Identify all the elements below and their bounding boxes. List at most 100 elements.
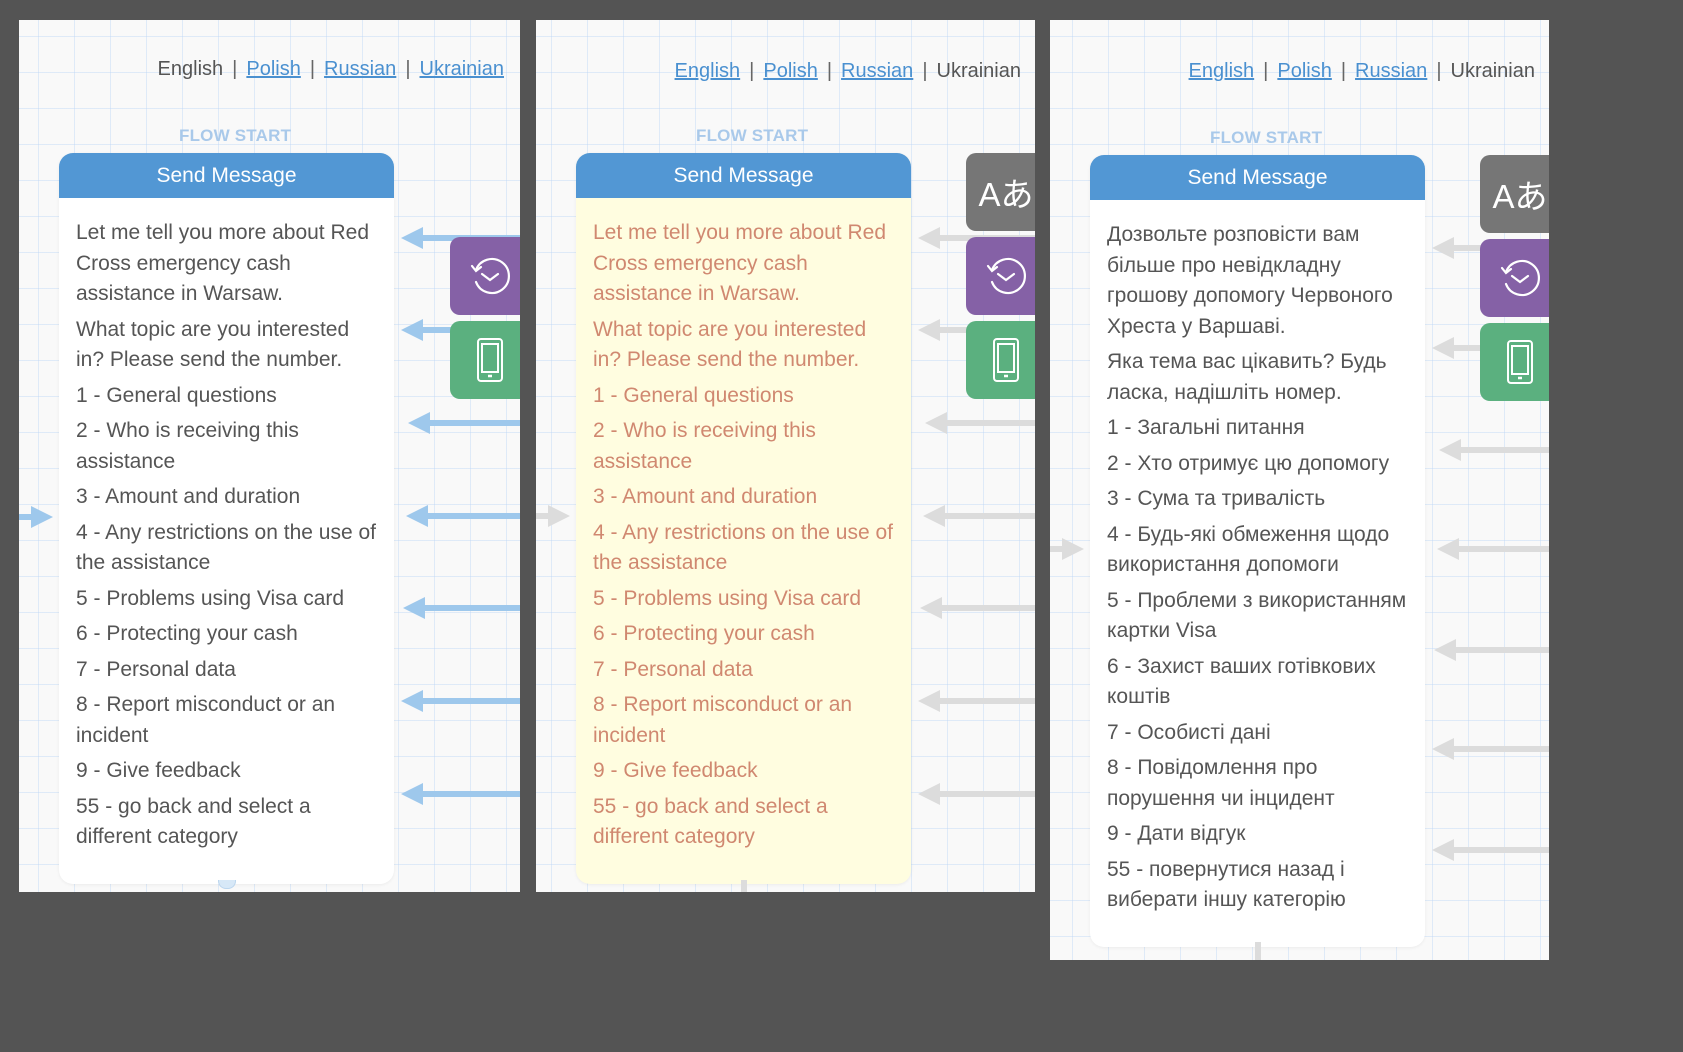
channel-phone-button[interactable] — [966, 321, 1035, 399]
mobile-phone-icon — [1507, 340, 1533, 384]
message-paragraph: What topic are you interested in? Please… — [593, 317, 867, 372]
connection-arrow — [403, 597, 520, 619]
exit-connector[interactable] — [218, 880, 236, 889]
mobile-phone-icon — [477, 338, 503, 382]
separator: | — [309, 58, 316, 80]
message-text: Let me tell you more about Red Cross eme… — [59, 198, 394, 884]
connection-arrow — [408, 412, 520, 434]
message-paragraph: Let me tell you more about Red Cross eme… — [76, 221, 369, 305]
language-switcher: English | Polish | Russian | Ukrainian — [1189, 60, 1535, 83]
lang-polish[interactable]: Polish — [246, 58, 300, 80]
menu-option-3: 3 - Amount and duration — [76, 485, 301, 508]
separator: | — [232, 58, 238, 80]
separator: | — [826, 60, 833, 82]
menu-option-9: 9 - Дати відгук — [1107, 822, 1246, 845]
lang-ukrainian[interactable]: Ukrainian — [420, 58, 504, 80]
menu-option-3: 3 - Amount and duration — [593, 485, 818, 508]
menu-option-2: 2 - Who is receiving this assistance — [76, 419, 299, 473]
lang-english[interactable]: English — [1189, 60, 1255, 82]
incoming-arrow — [536, 505, 570, 527]
incoming-arrow — [19, 506, 53, 528]
translate-icon: Aあ — [978, 176, 1034, 213]
lang-russian[interactable]: Russian — [841, 60, 913, 82]
separator: | — [1436, 60, 1442, 82]
language-switcher: English | Polish | Russian | Ukrainian — [675, 60, 1021, 83]
node-title: Send Message — [59, 153, 394, 198]
lang-ukrainian[interactable]: Ukrainian — [1451, 60, 1535, 82]
send-message-node[interactable]: Send Message Дозвольте розповісти вам бі… — [1090, 155, 1425, 947]
connection-arrow — [401, 783, 520, 805]
lang-russian[interactable]: Russian — [1355, 60, 1427, 82]
flow-start-label: FLOW START — [1210, 128, 1323, 147]
connection-arrow — [1437, 538, 1549, 560]
separator: | — [922, 60, 928, 82]
flow-canvas-ukrainian-translated: English | Polish | Russian | Ukrainian FLOW ST… — [1050, 20, 1549, 960]
lang-polish[interactable]: Polish — [1277, 60, 1331, 82]
menu-option-5: 5 - Problems using Visa card — [76, 586, 345, 610]
menu-option-4: 4 - Any restrictions on the use of the a… — [593, 520, 893, 575]
message-paragraph: Яка тема вас цікавить? Будь ласка, надіш… — [1107, 350, 1387, 404]
menu-option-9: 9 - Give feedback — [76, 759, 241, 782]
menu-option-8: 8 - Report misconduct or an incident — [593, 693, 853, 747]
send-message-node[interactable]: Send Message Let me tell you more about … — [59, 153, 394, 884]
connection-arrow — [401, 690, 520, 712]
menu-option-55: 55 - go back and select a different cate… — [593, 794, 828, 849]
menu-option-1: 1 - General questions — [593, 383, 794, 407]
menu-option-55: 55 - повернутися назад і виберати іншу к… — [1107, 857, 1346, 912]
message-text-untranslated: Let me tell you more about Red Cross eme… — [576, 198, 911, 884]
translate-button[interactable]: Aあ — [966, 153, 1035, 231]
menu-option-4: 4 - Будь-які обмеження щодо використання… — [1107, 522, 1390, 577]
flow-start-label: FLOW START — [696, 126, 809, 145]
lang-english[interactable]: English — [158, 58, 224, 80]
node-title: Send Message — [576, 153, 911, 198]
translate-button[interactable]: Aあ — [1480, 155, 1549, 233]
separator: | — [405, 58, 411, 80]
language-switcher: English | Polish | Russian | Ukrainian — [158, 58, 504, 81]
wait-for-response-button[interactable] — [966, 237, 1035, 315]
menu-option-1: 1 - Загальні питання — [1107, 416, 1305, 439]
exit-connector[interactable] — [741, 880, 747, 892]
menu-option-2: 2 - Хто отримує цю допомогу — [1107, 451, 1390, 475]
channel-phone-button[interactable] — [450, 321, 520, 399]
translate-icon: Aあ — [1492, 178, 1548, 215]
wait-for-response-button[interactable] — [450, 237, 520, 315]
wait-for-response-button[interactable] — [1480, 239, 1549, 317]
menu-option-7: 7 - Особисті дані — [1107, 720, 1271, 744]
connection-arrow — [1439, 439, 1549, 461]
node-title: Send Message — [1090, 155, 1425, 200]
lang-polish[interactable]: Polish — [763, 60, 817, 82]
incoming-arrow — [1050, 538, 1084, 560]
message-text: Дозвольте розповісти вам більше про неві… — [1090, 200, 1425, 947]
exit-connector[interactable] — [1255, 942, 1261, 960]
connection-arrow — [1432, 738, 1549, 760]
connection-arrow — [918, 690, 1035, 712]
connection-arrow — [1432, 839, 1549, 861]
history-clock-icon — [470, 257, 511, 295]
connection-arrow — [920, 597, 1035, 619]
channel-phone-button[interactable] — [1480, 323, 1549, 401]
connection-arrow — [918, 783, 1035, 805]
connection-arrow — [1434, 639, 1549, 661]
menu-option-4: 4 - Any restrictions on the use of the a… — [76, 520, 376, 575]
flow-canvas-english: English | Polish | Russian | Ukrainian FLOW ST… — [19, 20, 520, 892]
connection-arrow — [406, 505, 520, 527]
connection-arrow — [925, 412, 1035, 434]
message-paragraph: What topic are you interested in? Please… — [76, 317, 350, 372]
menu-option-3: 3 - Сума та тривалість — [1107, 487, 1326, 510]
menu-option-5: 5 - Problems using Visa card — [593, 586, 862, 610]
menu-option-55: 55 - go back and select a different cate… — [76, 794, 311, 849]
history-clock-icon — [1500, 259, 1541, 297]
lang-ukrainian[interactable]: Ukrainian — [937, 60, 1021, 82]
menu-option-8: 8 - Report misconduct or an incident — [76, 693, 336, 747]
lang-english[interactable]: English — [675, 60, 741, 82]
menu-option-5: 5 - Проблеми з використанням картки Visa — [1107, 588, 1407, 643]
send-message-node[interactable]: Send Message Let me tell you more about … — [576, 153, 911, 884]
lang-russian[interactable]: Russian — [324, 58, 396, 80]
menu-option-8: 8 - Повідомлення про порушення чи інциде… — [1107, 756, 1335, 810]
separator: | — [749, 60, 755, 82]
separator: | — [1340, 60, 1347, 82]
menu-option-7: 7 - Personal data — [76, 657, 236, 681]
connection-arrow — [923, 505, 1035, 527]
menu-option-7: 7 - Personal data — [593, 657, 753, 681]
flow-start-label: FLOW START — [179, 126, 292, 145]
